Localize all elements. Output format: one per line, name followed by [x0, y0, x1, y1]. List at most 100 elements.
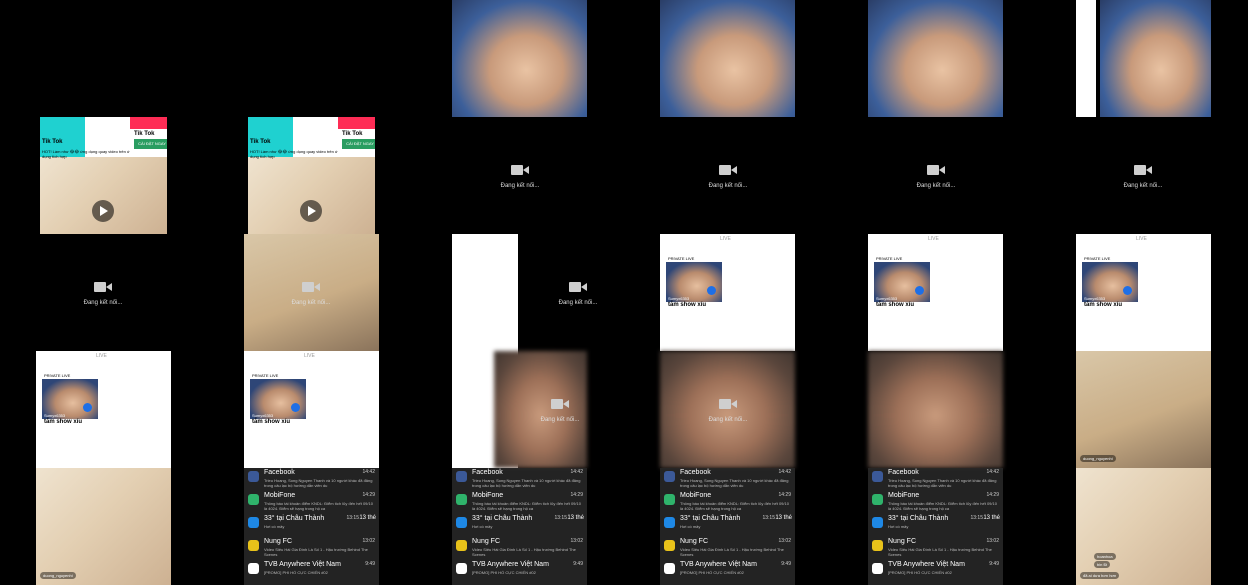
nung-fc-icon [248, 540, 259, 551]
panel-header: LIVE [720, 236, 731, 242]
brand-strip [130, 117, 167, 129]
notification-app: Nung FC [888, 538, 917, 545]
notification-time: 9:49 [781, 561, 791, 567]
live-card[interactable]: PRIVATE LIVE Sumyx6353 tắm show xíu [250, 373, 306, 427]
notification-app: 33° tại Châu Thành [472, 515, 533, 522]
live-card[interactable]: PRIVATE LIVE Sumyx6353 tắm show xíu [42, 373, 98, 427]
connecting-indicator: Đang kết nối... [866, 163, 1006, 189]
notification-item[interactable]: 33° tại Châu Thành 13:15 Hơi có mây 13 thé [660, 514, 795, 538]
notification-app: Facebook [680, 469, 711, 476]
connecting-indicator: Đang kết nối... [658, 163, 798, 189]
notification-item[interactable]: Facebook 14:42 Trieu Hoang, Song Nguyen Th… [452, 468, 587, 492]
message-icon [248, 494, 259, 505]
search-icon[interactable] [707, 286, 716, 295]
notification-text: Video Siêu Hài Gia Đình Là Số 1 - Hậu tr… [472, 547, 576, 557]
comment-text-2: đã ai dưa hơn hơn [1080, 572, 1120, 579]
notification-item[interactable]: Nung FC 13:02 Video Siêu Hài Gia Đình Là S… [660, 537, 795, 561]
video-tile-face-3[interactable] [868, 0, 1003, 117]
search-icon[interactable] [291, 403, 300, 412]
notification-item[interactable]: TVB Anywhere Việt Nam 9:49 [PROMO] PHI HỔ … [452, 560, 587, 584]
notification-text: Video Siêu Hài Gia Đình Là Số 1 - Hậu tr… [264, 547, 368, 557]
notification-item[interactable]: MobiFone 14:29 Thông báo tài khoản điểm KN… [452, 491, 587, 515]
live-title: tắm show xíu [876, 302, 915, 308]
tvb-icon [456, 563, 467, 574]
search-icon[interactable] [83, 403, 92, 412]
video-camera-icon [551, 397, 569, 411]
live-list-panel[interactable]: LIVE PRIVATE LIVE Sumyx6353 tắm show xíu [36, 351, 171, 468]
notification-item[interactable]: 33° tại Châu Thành 13:15 Hơi có mây 13 thé [244, 514, 379, 538]
notification-time: 14:42 [362, 469, 375, 475]
message-icon [872, 494, 883, 505]
notification-item[interactable]: Nung FC 13:02 Video Siêu Hài Gia Đình Là S… [452, 537, 587, 561]
notification-item[interactable]: MobiFone 14:29 Thông báo tài khoản điểm KN… [660, 491, 795, 515]
live-title: tắm show xíu [252, 419, 291, 425]
tvb-icon [248, 563, 259, 574]
video-frame [40, 157, 167, 234]
video-tile-face-2[interactable] [660, 0, 795, 117]
video-tile-body-2[interactable] [1076, 351, 1211, 468]
notification-text: Thông báo tài khoản điểm KNDL: Điểm tích… [264, 501, 373, 511]
notification-text: Hơi có mây [264, 524, 285, 529]
search-icon[interactable] [915, 286, 924, 295]
notification-app: Nung FC [264, 538, 293, 545]
notification-item[interactable]: TVB Anywhere Việt Nam 9:49 [PROMO] PHI HỔ … [244, 560, 379, 584]
nung-fc-icon [456, 540, 467, 551]
notification-item[interactable]: Facebook 14:42 Trieu Hoang, Song Nguyen Th… [244, 468, 379, 492]
video-tile-ad-1[interactable]: Tik Tok CÀI ĐẶT NGAY Tik Tok HOT! Làm nh… [40, 117, 167, 234]
connecting-label: Đang kết nối... [1123, 183, 1163, 189]
live-card[interactable]: PRIVATE LIVE Sumyx6353 tắm show xíu [1082, 256, 1138, 310]
notification-app: MobiFone [888, 492, 920, 499]
notification-item[interactable]: Facebook 14:42 Trieu Hoang, Song Nguyen Th… [660, 468, 795, 492]
notification-panel[interactable]: Facebook 14:42 Trieu Hoang, Song Nguyen Th… [868, 468, 1003, 585]
tvb-icon [872, 563, 883, 574]
message-icon [456, 494, 467, 505]
tiktok-side-panel: CÀI ĐẶT NGAY [130, 117, 167, 157]
panel-header: LIVE [304, 353, 315, 359]
video-tile-ad-2[interactable]: Tik Tok CÀI ĐẶT NGAY Tik Tok HOT! Làm nh… [248, 117, 375, 234]
notification-time: 14:29 [570, 492, 583, 498]
notification-text: Thông báo tài khoản điểm KNDL: Điểm tích… [472, 501, 581, 511]
video-tile-body-3[interactable] [36, 468, 171, 585]
connecting-indicator: Đang kết nối... [1073, 163, 1213, 189]
live-list-panel[interactable]: LIVE PRIVATE LIVE Sumyx6353 tắm show xíu [1076, 234, 1211, 351]
live-tag: PRIVATE LIVE [44, 373, 71, 378]
notification-item[interactable]: Nung FC 13:02 Video Siêu Hài Gia Đình Là S… [868, 537, 1003, 561]
install-button[interactable]: CÀI ĐẶT NGAY [134, 139, 167, 149]
notification-item[interactable]: 33° tại Châu Thành 13:15 Hơi có mây 13 thé [452, 514, 587, 538]
notification-extra: 13 thé [359, 515, 376, 521]
tiktok-ad-banner[interactable]: Tik Tok CÀI ĐẶT NGAY Tik Tok HOT! Làm nh… [40, 117, 167, 159]
live-list-panel[interactable]: LIVE PRIVATE LIVE Sumyx6353 tắm show xíu [244, 351, 379, 468]
video-tile-face-4[interactable] [1100, 0, 1211, 117]
video-tile-blurred[interactable] [868, 351, 1003, 468]
search-icon[interactable] [1123, 286, 1132, 295]
notification-panel[interactable]: Facebook 14:42 Trieu Hoang, Song Nguyen Th… [452, 468, 587, 585]
facebook-icon [456, 471, 467, 482]
notification-app: MobiFone [264, 492, 296, 499]
notification-item[interactable]: MobiFone 14:29 Thông báo tài khoản điểm KN… [868, 491, 1003, 515]
play-icon[interactable] [300, 200, 322, 222]
connecting-indicator: Đang kết nối... [508, 280, 648, 306]
notification-panel[interactable]: Facebook 14:42 Trieu Hoang, Song Nguyen Th… [244, 468, 379, 585]
notification-item[interactable]: TVB Anywhere Việt Nam 9:49 [PROMO] PHI HỔ … [868, 560, 1003, 584]
facebook-icon [248, 471, 259, 482]
notification-item[interactable]: MobiFone 14:29 Thông báo tài khoản điểm KN… [244, 491, 379, 515]
video-tile-face-1[interactable] [452, 0, 587, 117]
live-list-panel[interactable]: LIVE PRIVATE LIVE Sumyx6353 tắm show xíu [660, 234, 795, 351]
tiktok-ad-banner[interactable]: Tik Tok CÀI ĐẶT NGAY Tik Tok HOT! Làm nh… [248, 117, 375, 159]
notification-item[interactable]: 33° tại Châu Thành 13:15 Hơi có mây 13 thé [868, 514, 1003, 538]
live-user: Sumyx6353 [876, 296, 898, 301]
live-title: tắm show xíu [668, 302, 707, 308]
play-icon[interactable] [92, 200, 114, 222]
live-card[interactable]: PRIVATE LIVE Sumyx6353 tắm show xíu [874, 256, 930, 310]
live-tag: PRIVATE LIVE [252, 373, 279, 378]
notification-item[interactable]: Facebook 14:42 Trieu Hoang, Song Nguyen Th… [868, 468, 1003, 492]
live-card[interactable]: PRIVATE LIVE Sumyx6353 tắm show xíu [666, 256, 722, 310]
notification-panel[interactable]: Facebook 14:42 Trieu Hoang, Song Nguyen Th… [660, 468, 795, 585]
notification-text: [PROMO] PHI HỔ CỰC CHIẾN #02 [888, 570, 952, 575]
notification-item[interactable]: Nung FC 13:02 Video Siêu Hài Gia Đình Là S… [244, 537, 379, 561]
live-user: Sumyx6353 [252, 413, 274, 418]
live-list-panel[interactable]: LIVE PRIVATE LIVE Sumyx6353 tắm show xíu [868, 234, 1003, 351]
ad-subtitle: HOT! Làm như 😂😂 ứng dụng quay video trên… [42, 149, 130, 159]
notification-item[interactable]: TVB Anywhere Việt Nam 9:49 [PROMO] PHI HỔ … [660, 560, 795, 584]
install-button[interactable]: CÀI ĐẶT NGAY [342, 139, 375, 149]
